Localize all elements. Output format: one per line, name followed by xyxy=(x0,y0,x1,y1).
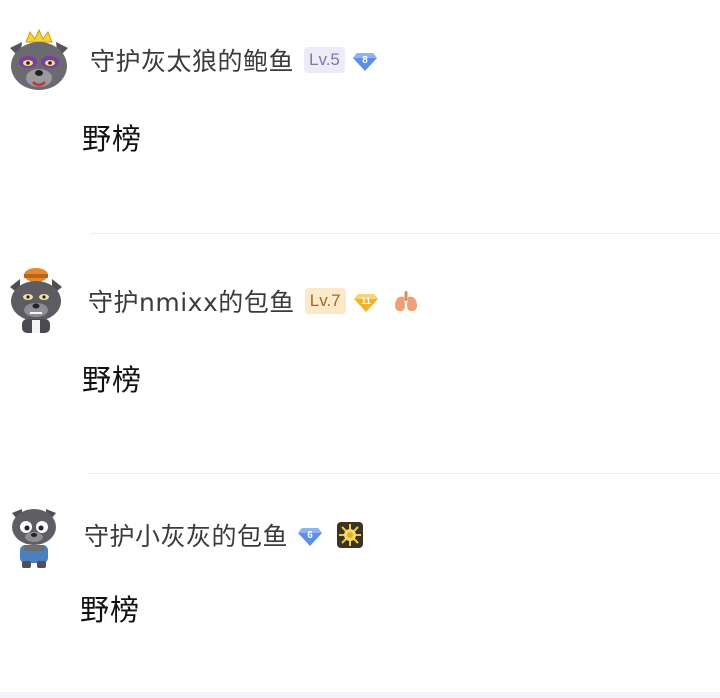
fan-badge-number: 8 xyxy=(362,55,368,66)
bottom-bar xyxy=(0,692,720,698)
username[interactable]: 守护nmixx的包鱼 xyxy=(88,283,295,319)
username[interactable]: 守护小灰灰的包鱼 xyxy=(84,517,288,553)
avatar[interactable] xyxy=(4,28,74,98)
divider xyxy=(90,233,720,234)
sun-medal-icon xyxy=(337,522,364,548)
fan-badge-number: 11 xyxy=(361,296,371,306)
blue-diamond-badge-icon: 8 xyxy=(352,53,377,71)
avatar[interactable] xyxy=(0,501,70,571)
comment-text: 野榜 xyxy=(82,122,143,156)
lungs-medal-icon xyxy=(394,291,417,312)
avatar[interactable] xyxy=(2,265,72,335)
comment-text: 野榜 xyxy=(82,363,143,397)
level-badge: Lv.5 xyxy=(304,47,345,73)
comment-header: 守护灰太狼的鲍鱼 Lv.5 8 xyxy=(90,40,379,80)
comment-item: 守护灰太狼的鲍鱼 Lv.5 8 野榜 xyxy=(0,0,720,235)
comment-header: 守护nmixx的包鱼 Lv.7 11 xyxy=(88,281,420,321)
fan-badge-number: 6 xyxy=(307,530,313,541)
comment-text: 野榜 xyxy=(80,593,141,627)
comment-header: 守护小灰灰的包鱼 6 xyxy=(84,515,364,555)
comment-item: 守护小灰灰的包鱼 6 野榜 xyxy=(0,475,720,692)
gold-diamond-badge-icon: 11 xyxy=(353,294,378,312)
level-badge: Lv.7 xyxy=(304,288,346,314)
username[interactable]: 守护灰太狼的鲍鱼 xyxy=(90,42,294,78)
blue-diamond-badge-icon: 6 xyxy=(298,528,323,546)
divider xyxy=(88,473,720,474)
comment-item: 守护nmixx的包鱼 Lv.7 11 野榜 xyxy=(0,235,720,475)
